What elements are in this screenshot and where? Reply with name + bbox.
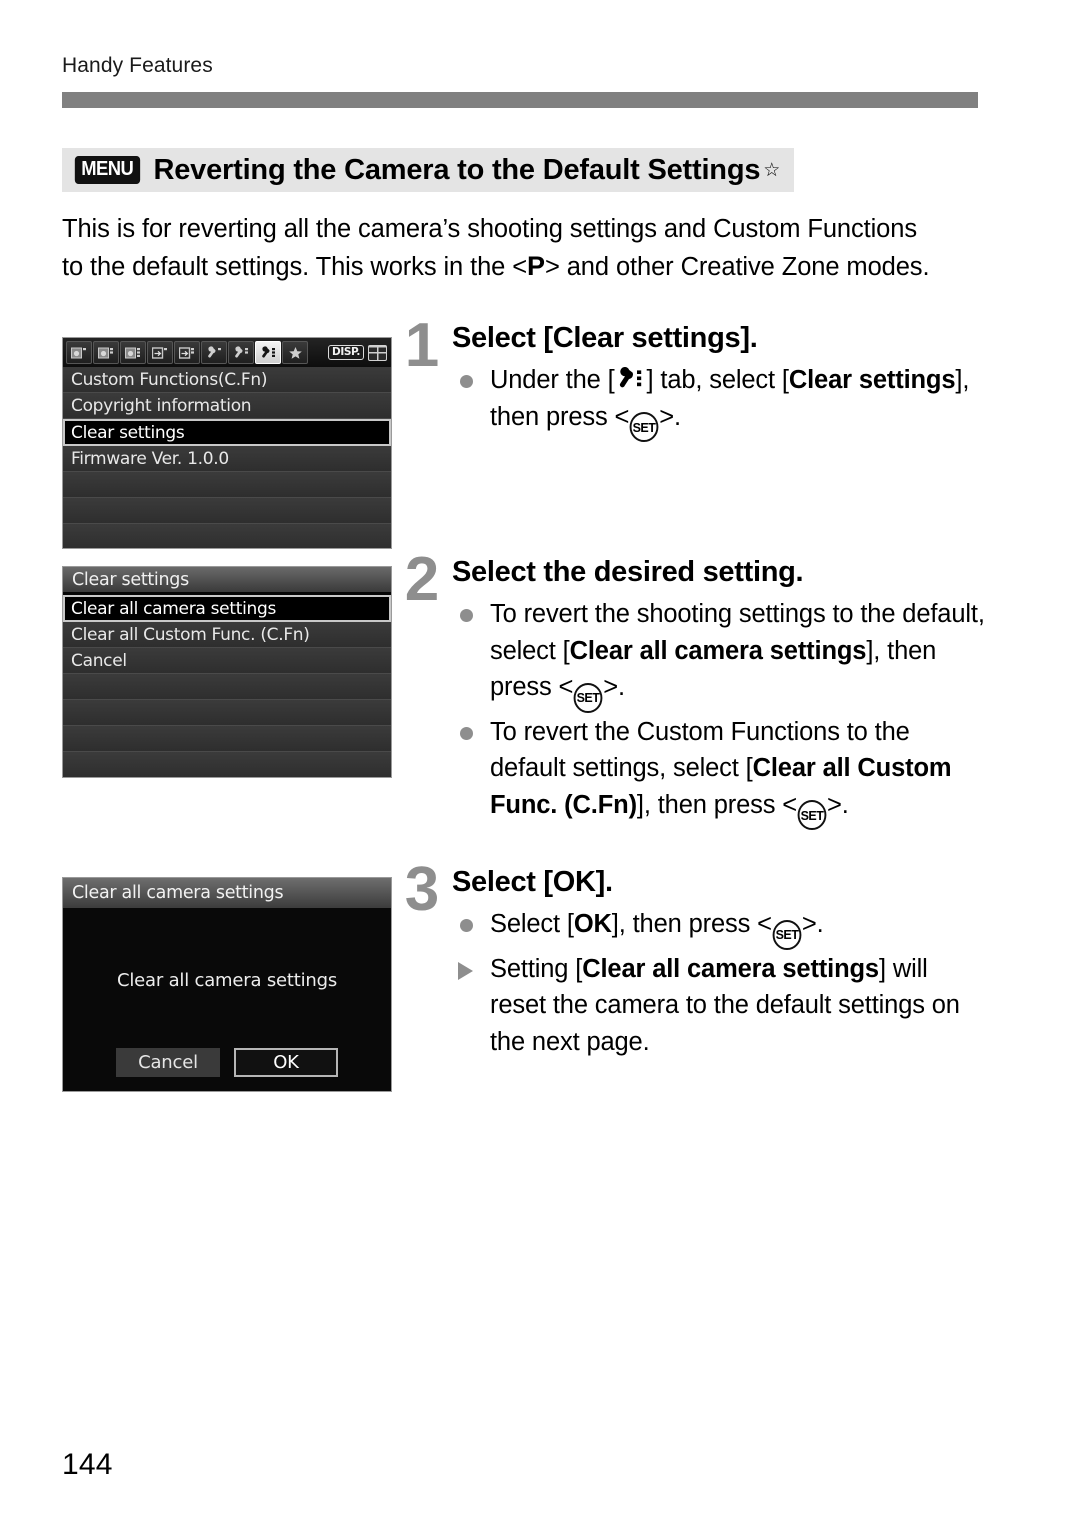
step-2: 2 Select the desired setting. To revert … xyxy=(395,545,985,831)
step-bullets: Select [OK], then press < SET >. Setting [… xyxy=(452,906,985,1060)
menu-row-empty xyxy=(63,524,391,548)
set-button-icon: SET xyxy=(797,800,827,831)
menu-row[interactable]: Clear settings xyxy=(63,419,391,446)
menu-row-empty xyxy=(63,498,391,524)
bullet-text-bold: OK xyxy=(573,910,612,939)
tab-playback-2[interactable] xyxy=(174,341,200,364)
cancel-button[interactable]: Cancel xyxy=(116,1048,220,1077)
bullet-text-b: ], then press < xyxy=(611,910,772,939)
disp-indicator-group: DISP. xyxy=(328,344,387,361)
step-3: 3 Select [OK]. Select [OK], then press <… xyxy=(395,855,985,1061)
intro-line-3: Creative Zone modes. xyxy=(680,252,930,281)
intro-line-1: This is for reverting all the camera’s s… xyxy=(62,215,801,243)
tab-shooting-2[interactable] xyxy=(93,341,119,364)
page-number: 144 xyxy=(62,1448,113,1481)
bullet-text-c: >. xyxy=(603,673,625,702)
tab-setup-1[interactable] xyxy=(201,341,227,364)
bullet-item: To revert the shooting settings to the d… xyxy=(452,596,985,713)
menu-button-icon: MENU xyxy=(74,156,140,184)
step-heading: Select [Clear settings]. xyxy=(452,322,758,354)
step-number: 2 xyxy=(404,545,439,614)
step-number: 3 xyxy=(404,855,439,924)
step-1: 1 Select [Clear settings]. Under the [ ] … xyxy=(395,311,985,443)
set-button-icon: SET xyxy=(573,682,603,713)
dialog-message: Clear all camera settings xyxy=(116,970,338,991)
ok-button[interactable]: OK xyxy=(234,1048,338,1077)
step-number: 1 xyxy=(404,311,439,380)
tab-shooting-1[interactable] xyxy=(66,341,92,364)
setup-menu-rows: Clear settings Custom Functions(C.Fn) Co… xyxy=(63,367,391,548)
dialog-body: Clear all camera settings Cancel OK xyxy=(63,908,391,1091)
tab-my-menu[interactable] xyxy=(282,341,308,364)
menu-row[interactable]: Copyright information xyxy=(63,393,391,419)
bullet-text-c: >. xyxy=(801,910,824,939)
star-icon: ☆ xyxy=(763,159,781,181)
dialog-header: Clear all camera settings xyxy=(63,878,391,908)
triangle-arrow-icon xyxy=(458,961,473,980)
step-bullets: To revert the shooting settings to the d… xyxy=(452,596,985,831)
bullet-text-bold: Clear all camera settings xyxy=(569,636,867,665)
setup-tab-icon xyxy=(616,367,646,391)
menu-row-empty xyxy=(63,752,391,777)
bullet-text-e: >. xyxy=(659,402,681,431)
lcd-screenshot-clear-settings: Clear settings Clear all camera settings… xyxy=(62,566,392,778)
menu-row[interactable]: Cancel xyxy=(63,648,391,674)
bullet-item-arrow: Setting [Clear all camera settings] will… xyxy=(452,951,985,1061)
menu-row[interactable]: Clear all Custom Func. (C.Fn) xyxy=(63,622,391,648)
bullet-dot-icon xyxy=(460,609,473,623)
menu-tab-bar: DISP. xyxy=(63,338,391,367)
bullet-text-bold: Clear settings xyxy=(788,366,956,395)
tab-setup-3[interactable] xyxy=(255,341,281,364)
bullet-text-c: >. xyxy=(826,790,849,819)
tab-playback-1[interactable] xyxy=(147,341,173,364)
bullet-item: Select [OK], then press < SET >. xyxy=(452,906,985,950)
bullet-item: Under the [ ] tab, select [Clear settings… xyxy=(452,362,985,443)
bullet-text-a: Select [ xyxy=(490,910,574,939)
bullet-dot-icon xyxy=(460,919,473,933)
header-rule xyxy=(62,92,978,108)
dialog-button-row: Cancel OK xyxy=(63,1048,391,1077)
lcd-screenshot-setup-menu: DISP. Clear settings Custom Functions(C.… xyxy=(62,337,392,549)
intro-paragraph: This is for reverting all the camera’s s… xyxy=(62,211,942,285)
tab-shooting-3[interactable] xyxy=(120,341,146,364)
lcd2-title: Clear settings xyxy=(63,567,391,595)
bullet-dot-icon xyxy=(460,726,473,740)
bullet-text-b: ], then press < xyxy=(636,790,797,819)
step-heading: Select [OK]. xyxy=(452,866,613,898)
set-button-icon: SET xyxy=(772,919,802,950)
bullet-dot-icon xyxy=(460,375,473,389)
clear-settings-rows: Clear all camera settings Clear all Cust… xyxy=(63,595,391,777)
mode-p-icon: P xyxy=(527,250,545,281)
set-button-icon: SET xyxy=(629,412,659,443)
menu-row-empty xyxy=(63,472,391,498)
menu-row-empty xyxy=(63,674,391,700)
menu-row-empty xyxy=(63,726,391,752)
page-title: Reverting the Camera to the Default Sett… xyxy=(153,153,761,186)
bullet-text-b: ] tab, select [ xyxy=(646,366,789,395)
menu-row[interactable]: Clear all camera settings xyxy=(63,595,391,622)
lcd-screenshot-confirm-dialog: Clear all camera settings Clear all came… xyxy=(62,877,392,1092)
bullet-text-a: Setting [ xyxy=(490,954,583,983)
menu-row[interactable]: Custom Functions(C.Fn) xyxy=(63,367,391,393)
intro-line-2b: > and other xyxy=(544,252,674,281)
step-bullets: Under the [ ] tab, select [Clear settings… xyxy=(452,362,985,443)
disp-grid-icon xyxy=(368,344,387,361)
disp-icon: DISP. xyxy=(328,345,364,360)
menu-row[interactable]: Firmware Ver. 1.0.0 xyxy=(63,446,391,472)
step-heading: Select the desired setting. xyxy=(452,556,804,588)
running-head: Handy Features xyxy=(62,54,213,77)
bullet-item: To revert the Custom Functions to the de… xyxy=(452,714,985,831)
bullet-text-bold: Clear all camera settings xyxy=(582,954,879,983)
bullet-text-a: Under the [ xyxy=(490,366,615,395)
tab-setup-2[interactable] xyxy=(228,341,254,364)
section-title: MENU Reverting the Camera to the Default… xyxy=(62,148,795,192)
menu-row-empty xyxy=(63,700,391,726)
